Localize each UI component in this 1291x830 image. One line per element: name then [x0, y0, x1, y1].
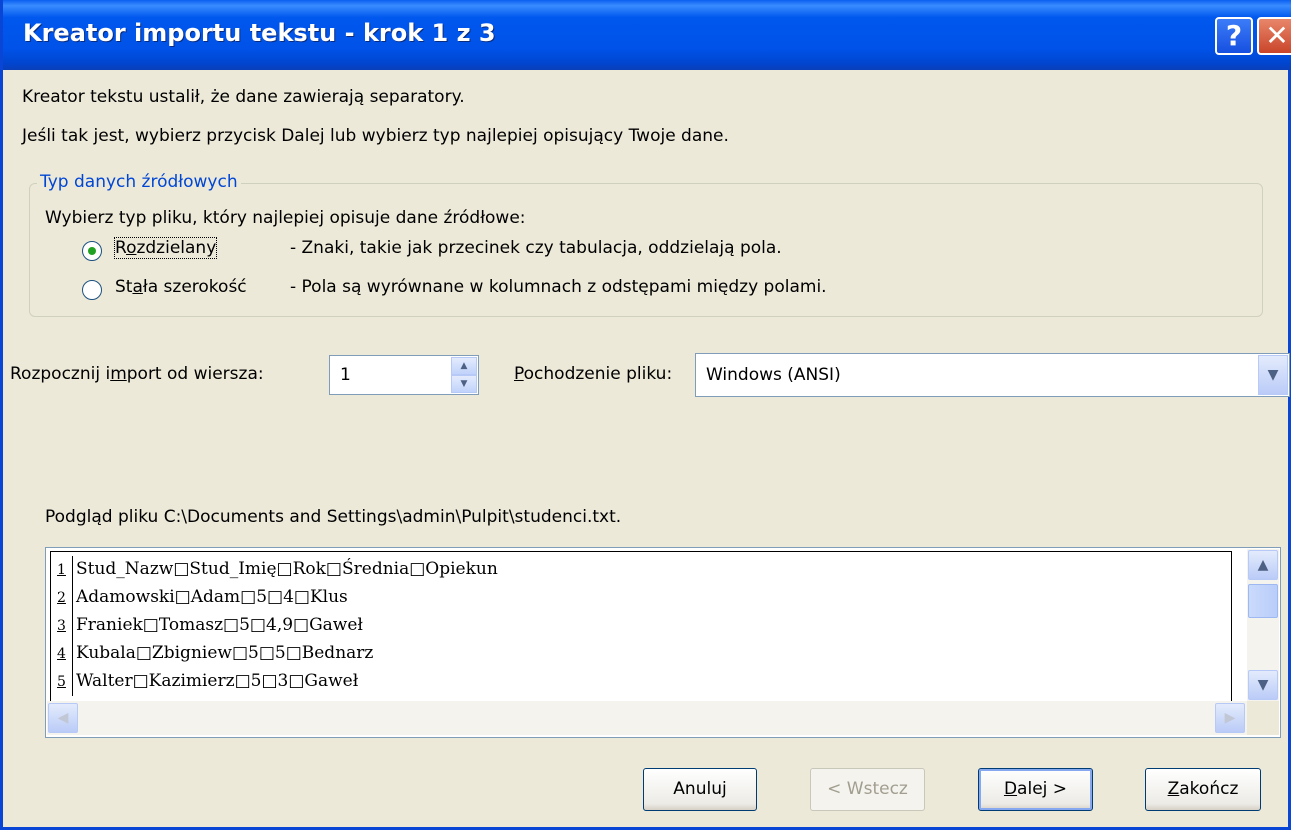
finish-button[interactable]: Zakończ — [1145, 768, 1261, 811]
row-text: Walter□Kazimierz□5□3□Gaweł — [76, 671, 359, 691]
horizontal-scrollbar[interactable]: ◀ ▶ — [47, 701, 1248, 735]
row-number: 1 — [51, 556, 73, 584]
dropdown-arrow-icon[interactable]: ▼ — [1258, 355, 1288, 395]
preview-row: 3 Franiek□Tomasz□5□4,9□Gaweł — [51, 611, 363, 640]
file-preview[interactable]: 1 Stud_Nazw□Stud_Imię□Rok□Średnia□Opiekun… — [45, 547, 1281, 738]
preview-content: 1 Stud_Nazw□Stud_Imię□Rok□Średnia□Opiekun… — [50, 551, 1232, 701]
scroll-thumb[interactable] — [1248, 584, 1278, 618]
radio-fixed-width[interactable] — [82, 280, 102, 300]
help-icon[interactable]: ? — [1215, 17, 1253, 55]
row-number: 2 — [51, 584, 73, 612]
file-origin-label: Pochodzenie pliku: — [514, 364, 673, 384]
dialog-window: Kreator importu tekstu - krok 1 z 3 ? ✕ … — [0, 0, 1291, 830]
cancel-button[interactable]: Anuluj — [643, 768, 757, 811]
row-number: 3 — [51, 612, 73, 640]
row-number: 4 — [51, 640, 73, 668]
preview-row: 1 Stud_Nazw□Stud_Imię□Rok□Średnia□Opiekun — [51, 555, 498, 584]
intro-line-1: Kreator tekstu ustalił, że dane zawieraj… — [22, 87, 465, 107]
radio-fixed-width-description: - Pola są wyrównane w kolumnach z odstęp… — [290, 277, 827, 297]
scrollbar-corner — [1247, 701, 1279, 735]
intro-line-2: Jeśli tak jest, wybierz przycisk Dalej l… — [22, 126, 729, 146]
scroll-up-icon[interactable]: ▲ — [1248, 550, 1278, 580]
row-text: Stud_Nazw□Stud_Imię□Rok□Średnia□Opiekun — [76, 559, 498, 579]
import-row-label: Rozpocznij import od wiersza: — [10, 364, 264, 384]
source-type-prompt: Wybierz typ pliku, który najlepiej opisu… — [45, 208, 526, 228]
vertical-scrollbar[interactable]: ▲ ▼ — [1247, 549, 1279, 701]
scroll-down-icon[interactable]: ▼ — [1248, 670, 1278, 700]
radio-fixed-width-label[interactable]: Stała szerokość — [115, 277, 247, 297]
file-origin-select[interactable]: Windows (ANSI) ▼ — [695, 353, 1290, 397]
import-row-spinner[interactable]: 1 ▲ ▼ — [329, 355, 479, 395]
row-text: Adamowski□Adam□5□4□Klus — [76, 587, 348, 607]
title-bar[interactable]: Kreator importu tekstu - krok 1 z 3 ? ✕ — [3, 0, 1291, 70]
preview-row: 2 Adamowski□Adam□5□4□Klus — [51, 583, 348, 612]
row-text: Franiek□Tomasz□5□4,9□Gaweł — [76, 615, 363, 635]
radio-delimited[interactable] — [82, 241, 102, 261]
close-icon[interactable]: ✕ — [1257, 17, 1291, 55]
window-title: Kreator importu tekstu - krok 1 z 3 — [23, 19, 496, 47]
radio-selected-dot — [88, 247, 96, 255]
source-type-legend: Typ danych źródłowych — [37, 172, 241, 192]
row-number: 5 — [51, 668, 73, 696]
preview-label: Podgląd pliku C:\Documents and Settings\… — [45, 507, 622, 527]
next-button[interactable]: Dalej > — [978, 768, 1093, 811]
import-row-value[interactable]: 1 — [340, 365, 351, 385]
spin-up-icon[interactable]: ▲ — [451, 357, 477, 375]
preview-row: 4 Kubala□Zbigniew□5□5□Bednarz — [51, 639, 374, 668]
row-text: Kubala□Zbigniew□5□5□Bednarz — [76, 643, 374, 663]
scroll-left-icon[interactable]: ◀ — [48, 703, 78, 733]
scroll-right-icon[interactable]: ▶ — [1215, 703, 1245, 733]
file-origin-value: Windows (ANSI) — [706, 365, 841, 385]
radio-delimited-label[interactable]: Rozdzielany — [113, 237, 218, 259]
radio-delimited-description: - Znaki, takie jak przecinek czy tabulac… — [290, 238, 782, 258]
spin-down-icon[interactable]: ▼ — [451, 375, 477, 393]
preview-row: 5 Walter□Kazimierz□5□3□Gaweł — [51, 667, 359, 696]
back-button[interactable]: < Wstecz — [810, 768, 925, 811]
